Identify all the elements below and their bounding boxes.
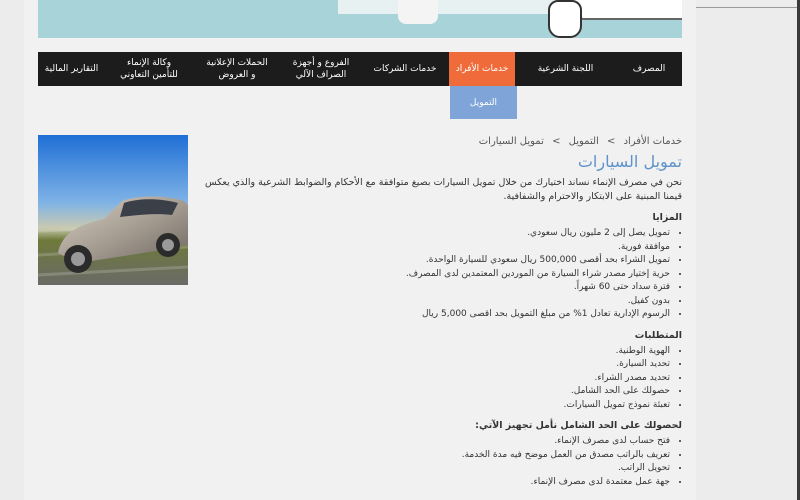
nav-item-corporate-services[interactable]: خدمات الشركات (361, 52, 449, 86)
list-item: تحديد مصدر الشراء. (196, 372, 670, 386)
breadcrumb-separator: > (552, 136, 561, 147)
list-item: تحويل الراتب. (196, 462, 670, 476)
list-item: تمويل يصل إلى 2 مليون ريال سعودي. (196, 227, 670, 241)
breadcrumb: خدمات الأفراد > التمويل > تمويل السيارات (196, 136, 682, 150)
breadcrumb-current: تمويل السيارات (478, 136, 544, 147)
list-item: تعبئة نموذج تمويل السيارات. (196, 399, 670, 413)
breadcrumb-link-retail[interactable]: خدمات الأفراد (624, 136, 682, 147)
list-item: فتح حساب لدى مصرف الإنماء. (196, 435, 670, 449)
list-item: تمويل الشراء بحد أقصى 500,000 ريال سعودي… (196, 254, 670, 268)
nav-item-retail-services[interactable]: خدمات الأفراد (449, 52, 515, 86)
right-gutter (696, 0, 800, 500)
nav-item-branches-atms[interactable]: الفروع و أجهزة الصراف الآلي (281, 52, 361, 86)
receipt-graphic (398, 0, 438, 24)
nav-item-campaigns-offers[interactable]: الحملات الإعلانية و العروض (193, 52, 281, 86)
intro-paragraph: نحن في مصرف الإنماء نساند اختيارك من خلا… (205, 177, 682, 202)
article: خدمات الأفراد > التمويل > تمويل السيارات… (196, 136, 682, 489)
list-item: بدون كفيل. (196, 295, 670, 309)
section-heading-limit-prep: لحصولك على الحد الشامل نأمل تجهيز الآتي: (475, 420, 682, 431)
list-item: الرسوم الإدارية تعادل 1% من مبلغ التمويل… (196, 308, 670, 322)
banner-button-graphic (568, 0, 682, 20)
nav-item-takaful-agency[interactable]: وكالة الإنماء للتأمين التعاوني (105, 52, 193, 86)
list-item: حصولك على الحد الشامل. (196, 385, 670, 399)
nav-item-financial-reports[interactable]: التقارير المالية (38, 52, 105, 86)
hand-pointer-icon (548, 0, 582, 38)
requirements-list: الهوية الوطنية. تحديد السيارة. تحديد مصد… (196, 345, 682, 413)
page-title: تمويل السيارات (577, 152, 682, 171)
car-image (38, 135, 188, 285)
section-heading-requirements: المتطلبات (634, 329, 682, 341)
breadcrumb-link-finance[interactable]: التمويل (569, 136, 599, 147)
benefits-list: تمويل يصل إلى 2 مليون ريال سعودي. موافقة… (196, 227, 682, 322)
nav-item-sharia-board[interactable]: اللجنة الشرعية (515, 52, 616, 86)
list-item: موافقة فورية. (196, 241, 670, 255)
main-nav: المصرف اللجنة الشرعية خدمات الأفراد خدما… (38, 52, 682, 86)
list-item: جهة عمل معتمدة لدى مصرف الإنماء. (196, 476, 670, 490)
divider (696, 7, 800, 8)
list-item: تحديد السيارة. (196, 358, 670, 372)
list-item: فترة سداد حتى 60 شهراً. (196, 281, 670, 295)
subnav-item-finance[interactable]: التمويل (450, 86, 517, 119)
promo-banner[interactable] (38, 0, 682, 38)
list-item: تعريف بالراتب مصدق من العمل موضح فيه مدة… (196, 449, 670, 463)
list-item: حرية إختيار مصدر شراء السيارة من الموردي… (196, 268, 670, 282)
list-item: الهوية الوطنية. (196, 345, 670, 359)
nav-item-bank[interactable]: المصرف (616, 52, 682, 86)
breadcrumb-separator: > (606, 136, 616, 147)
limit-prep-list: فتح حساب لدى مصرف الإنماء. تعريف بالراتب… (196, 435, 682, 489)
section-heading-benefits: المزايا (652, 212, 683, 223)
